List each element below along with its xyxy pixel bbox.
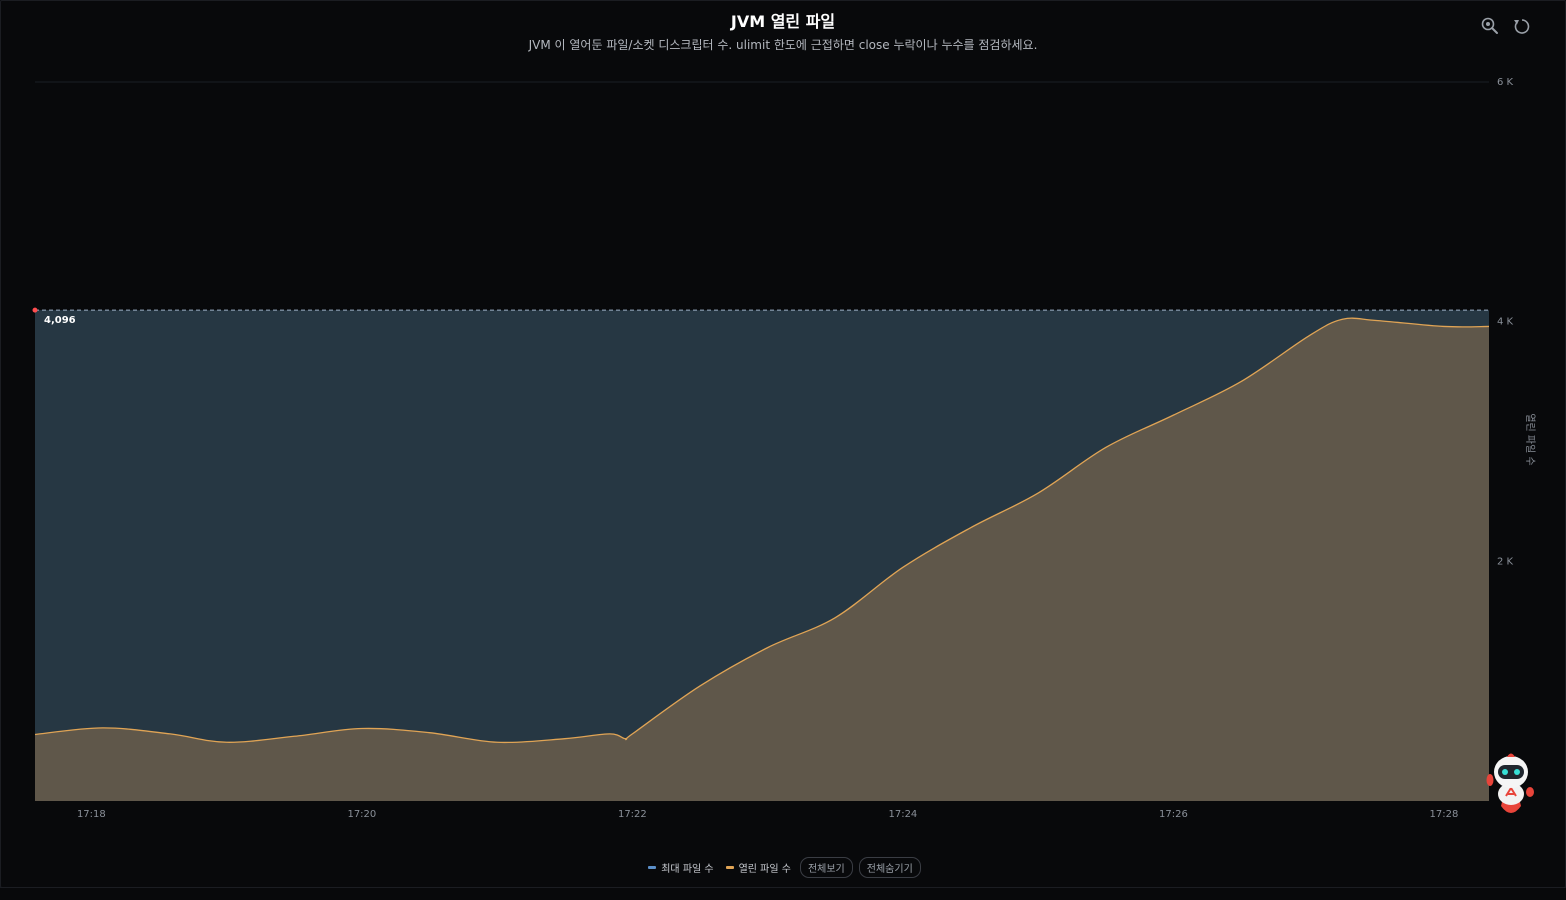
legend-item-open-files[interactable]: 열린 파일 수 (723, 860, 794, 875)
x-tick-label-5: 17:28 (1430, 809, 1459, 820)
area-chart[interactable]: 4,096 2 K 4 K 6 K 17:18 17:20 17:22 17:24 17:26 1… (0, 0, 1566, 900)
x-tick-label-3: 17:24 (888, 809, 917, 820)
hide-all-button[interactable]: 전체숨기기 (858, 857, 921, 878)
show-all-button[interactable]: 전체보기 (799, 857, 853, 878)
y-axis-label: 열린 파일 수 (1524, 413, 1536, 465)
x-tick-label-4: 17:26 (1159, 809, 1188, 820)
x-tick-label-1: 17:20 (347, 809, 376, 820)
panel-divider (0, 887, 1566, 888)
y-tick-label-0: 2 K (1497, 556, 1514, 567)
legend: 최대 파일 수 열린 파일 수 전체보기 전체숨기기 (0, 857, 1566, 878)
max-files-label: 4,096 (44, 315, 76, 326)
y-tick-label-2: 6 K (1497, 77, 1514, 88)
legend-item-max-files[interactable]: 최대 파일 수 (645, 860, 716, 875)
legend-swatch-open-files (725, 866, 734, 869)
y-tick-label-1: 4 K (1497, 317, 1514, 328)
legend-label-open-files: 열린 파일 수 (738, 864, 791, 875)
assistant-mascot-icon[interactable] (1483, 748, 1539, 820)
x-tick-label-0: 17:18 (77, 809, 106, 820)
x-tick-label-2: 17:22 (618, 809, 647, 820)
legend-label-max-files: 최대 파일 수 (661, 864, 714, 875)
legend-swatch-max-files (648, 866, 657, 869)
max-files-marker (32, 307, 38, 313)
